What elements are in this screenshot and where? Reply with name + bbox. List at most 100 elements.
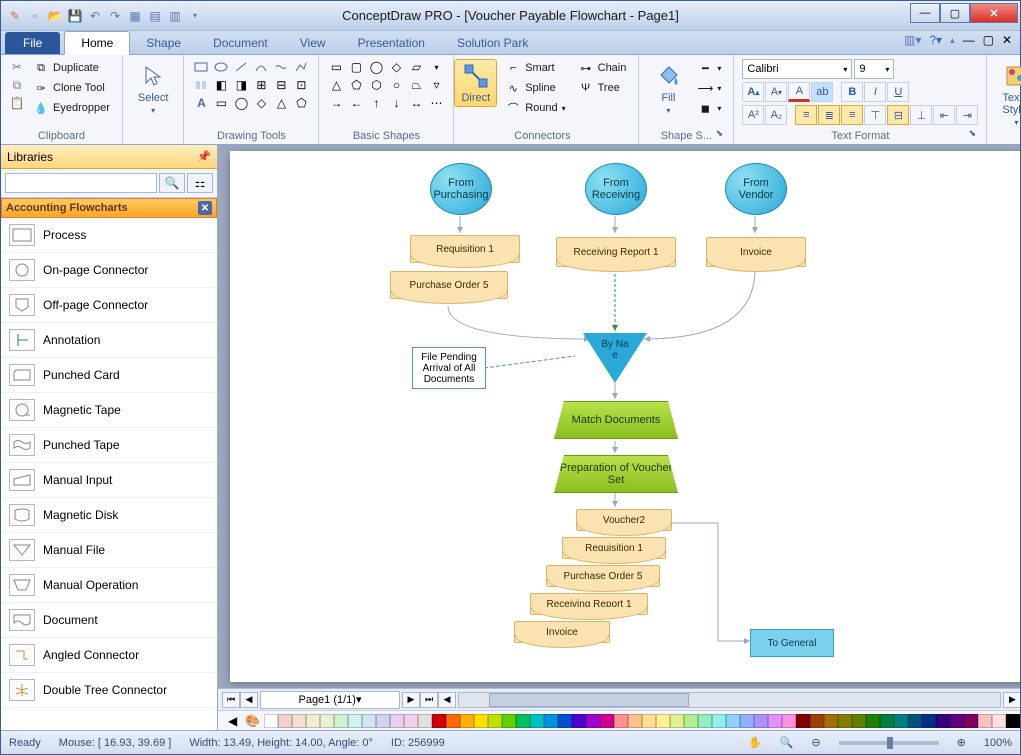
- node-from-purchasing[interactable]: From Purchasing: [430, 163, 492, 215]
- color-swatch[interactable]: [614, 714, 628, 728]
- align-top[interactable]: ⊤: [864, 105, 886, 125]
- qat-grid-icon[interactable]: ▦: [127, 8, 143, 24]
- underline-button[interactable]: U: [887, 82, 909, 102]
- node-from-vendor[interactable]: From Vendor: [725, 163, 787, 215]
- node-file-pending[interactable]: File Pending Arrival of All Documents: [412, 347, 486, 389]
- direct-connector[interactable]: Direct: [454, 59, 497, 107]
- lib-section-header[interactable]: Accounting Flowcharts ✕: [1, 198, 217, 218]
- node-requisition1[interactable]: Requisition 1: [410, 235, 520, 263]
- align-left[interactable]: ≡: [795, 105, 817, 125]
- copy-icon[interactable]: ⧉: [9, 77, 25, 93]
- color-swatch[interactable]: [320, 714, 334, 728]
- select-tool[interactable]: Select▾: [131, 59, 176, 118]
- color-swatch[interactable]: [474, 714, 488, 728]
- node-rr1[interactable]: Receiving Report 1: [556, 237, 676, 267]
- node-po5[interactable]: Purchase Order 5: [390, 271, 508, 299]
- shapestyle-launcher[interactable]: ⬊: [713, 128, 725, 140]
- color-swatch[interactable]: [852, 714, 866, 728]
- color-swatch[interactable]: [390, 714, 404, 728]
- lib-item-onpage[interactable]: On-page Connector: [1, 253, 217, 288]
- color-swatch[interactable]: [740, 714, 754, 728]
- tree-connector[interactable]: ΨTree: [574, 79, 631, 97]
- line-style[interactable]: ━▾: [693, 59, 725, 77]
- tool-ellipse[interactable]: [212, 59, 230, 75]
- fill-button[interactable]: Fill▾: [647, 59, 689, 118]
- tool-align4[interactable]: ⊞: [252, 77, 270, 93]
- subscript[interactable]: A₂: [765, 105, 787, 125]
- color-swatch[interactable]: [404, 714, 418, 728]
- color-swatch[interactable]: [516, 714, 530, 728]
- tool-t6[interactable]: ⬠: [292, 95, 310, 111]
- mdi-close-icon[interactable]: ✕: [1002, 33, 1012, 47]
- shape-arr5[interactable]: ↔: [407, 95, 425, 111]
- tool-t2[interactable]: ▭: [212, 95, 230, 111]
- shape-more2[interactable]: ▿: [427, 77, 445, 93]
- close-button[interactable]: ✕: [970, 3, 1018, 23]
- qat-open-icon[interactable]: 📂: [47, 8, 63, 24]
- zoom-thumb[interactable]: [887, 737, 893, 749]
- lib-item-annotation[interactable]: Annotation: [1, 323, 217, 358]
- tool-align6[interactable]: ⊡: [292, 77, 310, 93]
- drawing-canvas[interactable]: From Purchasing From Receiving From Vend…: [230, 151, 1020, 682]
- color-swatch[interactable]: [1006, 714, 1020, 728]
- node-prep[interactable]: Preparation of Voucher Set: [554, 455, 678, 493]
- tool-rect[interactable]: [192, 59, 210, 75]
- tab-solution-park[interactable]: Solution Park: [441, 32, 544, 54]
- tool-t4[interactable]: ◇: [252, 95, 270, 111]
- color-swatch[interactable]: [628, 714, 642, 728]
- shape-para[interactable]: ▱: [407, 59, 425, 75]
- palette-picker-icon[interactable]: 🎨: [241, 714, 264, 728]
- lib-item-punchedtape[interactable]: Punched Tape: [1, 428, 217, 463]
- canvas-scroll[interactable]: From Purchasing From Receiving From Vend…: [218, 145, 1020, 688]
- highlight[interactable]: ab: [811, 82, 833, 102]
- color-swatch[interactable]: [586, 714, 600, 728]
- shape-trap[interactable]: ⏢: [407, 77, 425, 93]
- lib-item-document[interactable]: Document: [1, 603, 217, 638]
- duplicate-button[interactable]: ⧉Duplicate: [29, 59, 114, 77]
- spline-connector[interactable]: ∿Spline: [501, 79, 569, 97]
- qat-table-icon[interactable]: ▥: [167, 8, 183, 24]
- options-button[interactable]: ⚏: [187, 173, 213, 193]
- color-swatch[interactable]: [684, 714, 698, 728]
- tool-t5[interactable]: △: [272, 95, 290, 111]
- node-po5b[interactable]: Purchase Order 5: [546, 565, 660, 587]
- smart-connector[interactable]: ⌐Smart: [501, 59, 569, 77]
- tool-curve[interactable]: [272, 59, 290, 75]
- qat-redo-icon[interactable]: ↷: [107, 8, 123, 24]
- color-swatch[interactable]: [264, 714, 278, 728]
- page-prev[interactable]: ◀: [240, 692, 258, 708]
- eyedropper-button[interactable]: 💧Eyedropper: [29, 99, 114, 117]
- clone-tool-button[interactable]: ✑Clone Tool: [29, 79, 114, 97]
- hscroll-right[interactable]: ▶: [1003, 692, 1020, 708]
- color-swatch[interactable]: [488, 714, 502, 728]
- tab-view[interactable]: View: [284, 32, 342, 54]
- node-from-receiving[interactable]: From Receiving: [585, 163, 647, 215]
- shape-arr2[interactable]: ←: [347, 95, 365, 111]
- lib-item-manualinput[interactable]: Manual Input: [1, 463, 217, 498]
- tool-arc[interactable]: [252, 59, 270, 75]
- qat-new-icon[interactable]: ▫: [27, 8, 43, 24]
- lib-item-magdisk[interactable]: Magnetic Disk: [1, 498, 217, 533]
- indent-dec[interactable]: ⇤: [933, 105, 955, 125]
- tool-t3[interactable]: ◯: [232, 95, 250, 111]
- shape-tri[interactable]: △: [327, 77, 345, 93]
- page-last[interactable]: ⏭: [420, 692, 438, 708]
- shape-hex[interactable]: ⬡: [367, 77, 385, 93]
- shape-arr1[interactable]: →: [327, 95, 345, 111]
- color-swatch[interactable]: [642, 714, 656, 728]
- font-color[interactable]: A: [788, 82, 810, 102]
- tool-polyline[interactable]: [292, 59, 310, 75]
- align-bot[interactable]: ⊥: [910, 105, 932, 125]
- font-name-combo[interactable]: Calibri▾: [742, 59, 852, 79]
- search-input[interactable]: [5, 173, 157, 193]
- shape-ellipse[interactable]: ◯: [367, 59, 385, 75]
- color-swatch[interactable]: [376, 714, 390, 728]
- zoom-value[interactable]: 100%: [984, 737, 1012, 749]
- color-swatch[interactable]: [306, 714, 320, 728]
- hscroll-left[interactable]: ◀: [438, 692, 456, 708]
- color-swatch[interactable]: [278, 714, 292, 728]
- help-icon[interactable]: ?▾: [929, 33, 942, 47]
- lib-item-offpage[interactable]: Off-page Connector: [1, 288, 217, 323]
- shape-diamond[interactable]: ◇: [387, 59, 405, 75]
- color-swatch[interactable]: [446, 714, 460, 728]
